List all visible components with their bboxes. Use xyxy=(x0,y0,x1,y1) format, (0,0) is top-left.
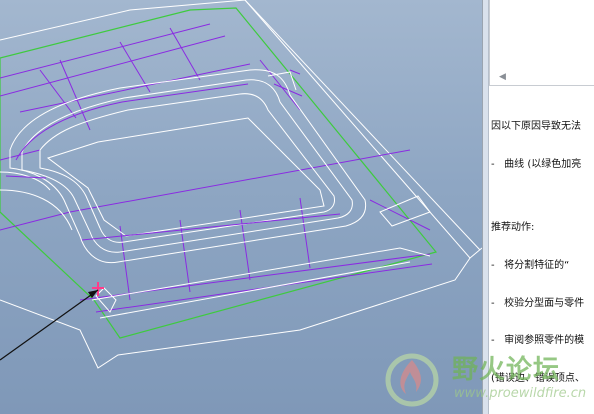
feature-list[interactable]: ◀ xyxy=(489,0,594,86)
message-line: - 将分割特征的“ xyxy=(491,259,570,271)
flame-logo-icon xyxy=(385,353,439,407)
message-line: - 校验分型面与零件 xyxy=(491,297,585,309)
watermark-title: 野火论坛 xyxy=(452,355,561,385)
message-line: - 曲线 (以绿色加亮 xyxy=(491,158,582,170)
watermark-url: www.proewildfire.cn xyxy=(454,386,587,401)
watermark: 野火论坛 www.proewildfire.cn xyxy=(382,346,594,414)
scroll-left-arrow-icon[interactable]: ◀ xyxy=(499,72,509,82)
message-line: 推荐动作: xyxy=(491,221,535,233)
message-line: 因以下原因导致无法 xyxy=(491,121,581,133)
